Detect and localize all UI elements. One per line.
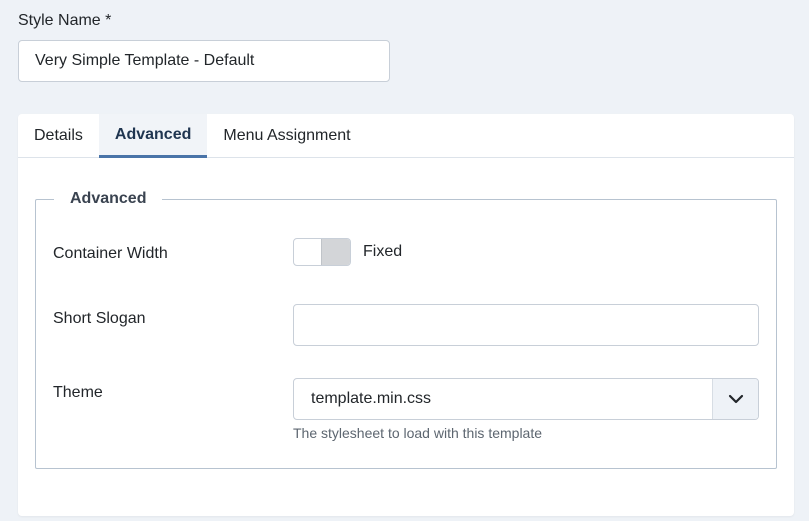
tab-advanced[interactable]: Advanced	[98, 114, 208, 158]
short-slogan-input[interactable]	[293, 304, 759, 346]
tab-panel-card: Details Advanced Menu Assignment Advance…	[18, 114, 794, 516]
style-name-label: Style Name *	[18, 12, 112, 29]
tab-bar: Details Advanced Menu Assignment	[18, 114, 794, 158]
container-width-label: Container Width	[53, 245, 168, 262]
advanced-fieldset: Advanced Container Width Fixed Short Slo…	[35, 190, 777, 469]
tab-details[interactable]: Details	[18, 114, 99, 158]
template-style-editor: Style Name * Details Advanced Menu Assig…	[0, 0, 809, 521]
theme-select[interactable]: template.min.css	[293, 378, 759, 420]
theme-selected-value: template.min.css	[311, 390, 432, 407]
container-width-value: Fixed	[363, 243, 403, 260]
select-arrow-button[interactable]	[712, 379, 758, 419]
switch-knob	[321, 239, 350, 265]
short-slogan-label: Short Slogan	[53, 310, 146, 327]
fieldset-legend: Advanced	[54, 190, 163, 208]
container-width-switch[interactable]	[293, 238, 351, 266]
theme-hint: The stylesheet to load with this templat…	[293, 425, 543, 441]
theme-label: Theme	[53, 384, 103, 401]
chevron-down-icon	[728, 394, 743, 404]
tab-menu-assignment[interactable]: Menu Assignment	[207, 114, 366, 158]
style-name-input[interactable]	[18, 40, 390, 82]
